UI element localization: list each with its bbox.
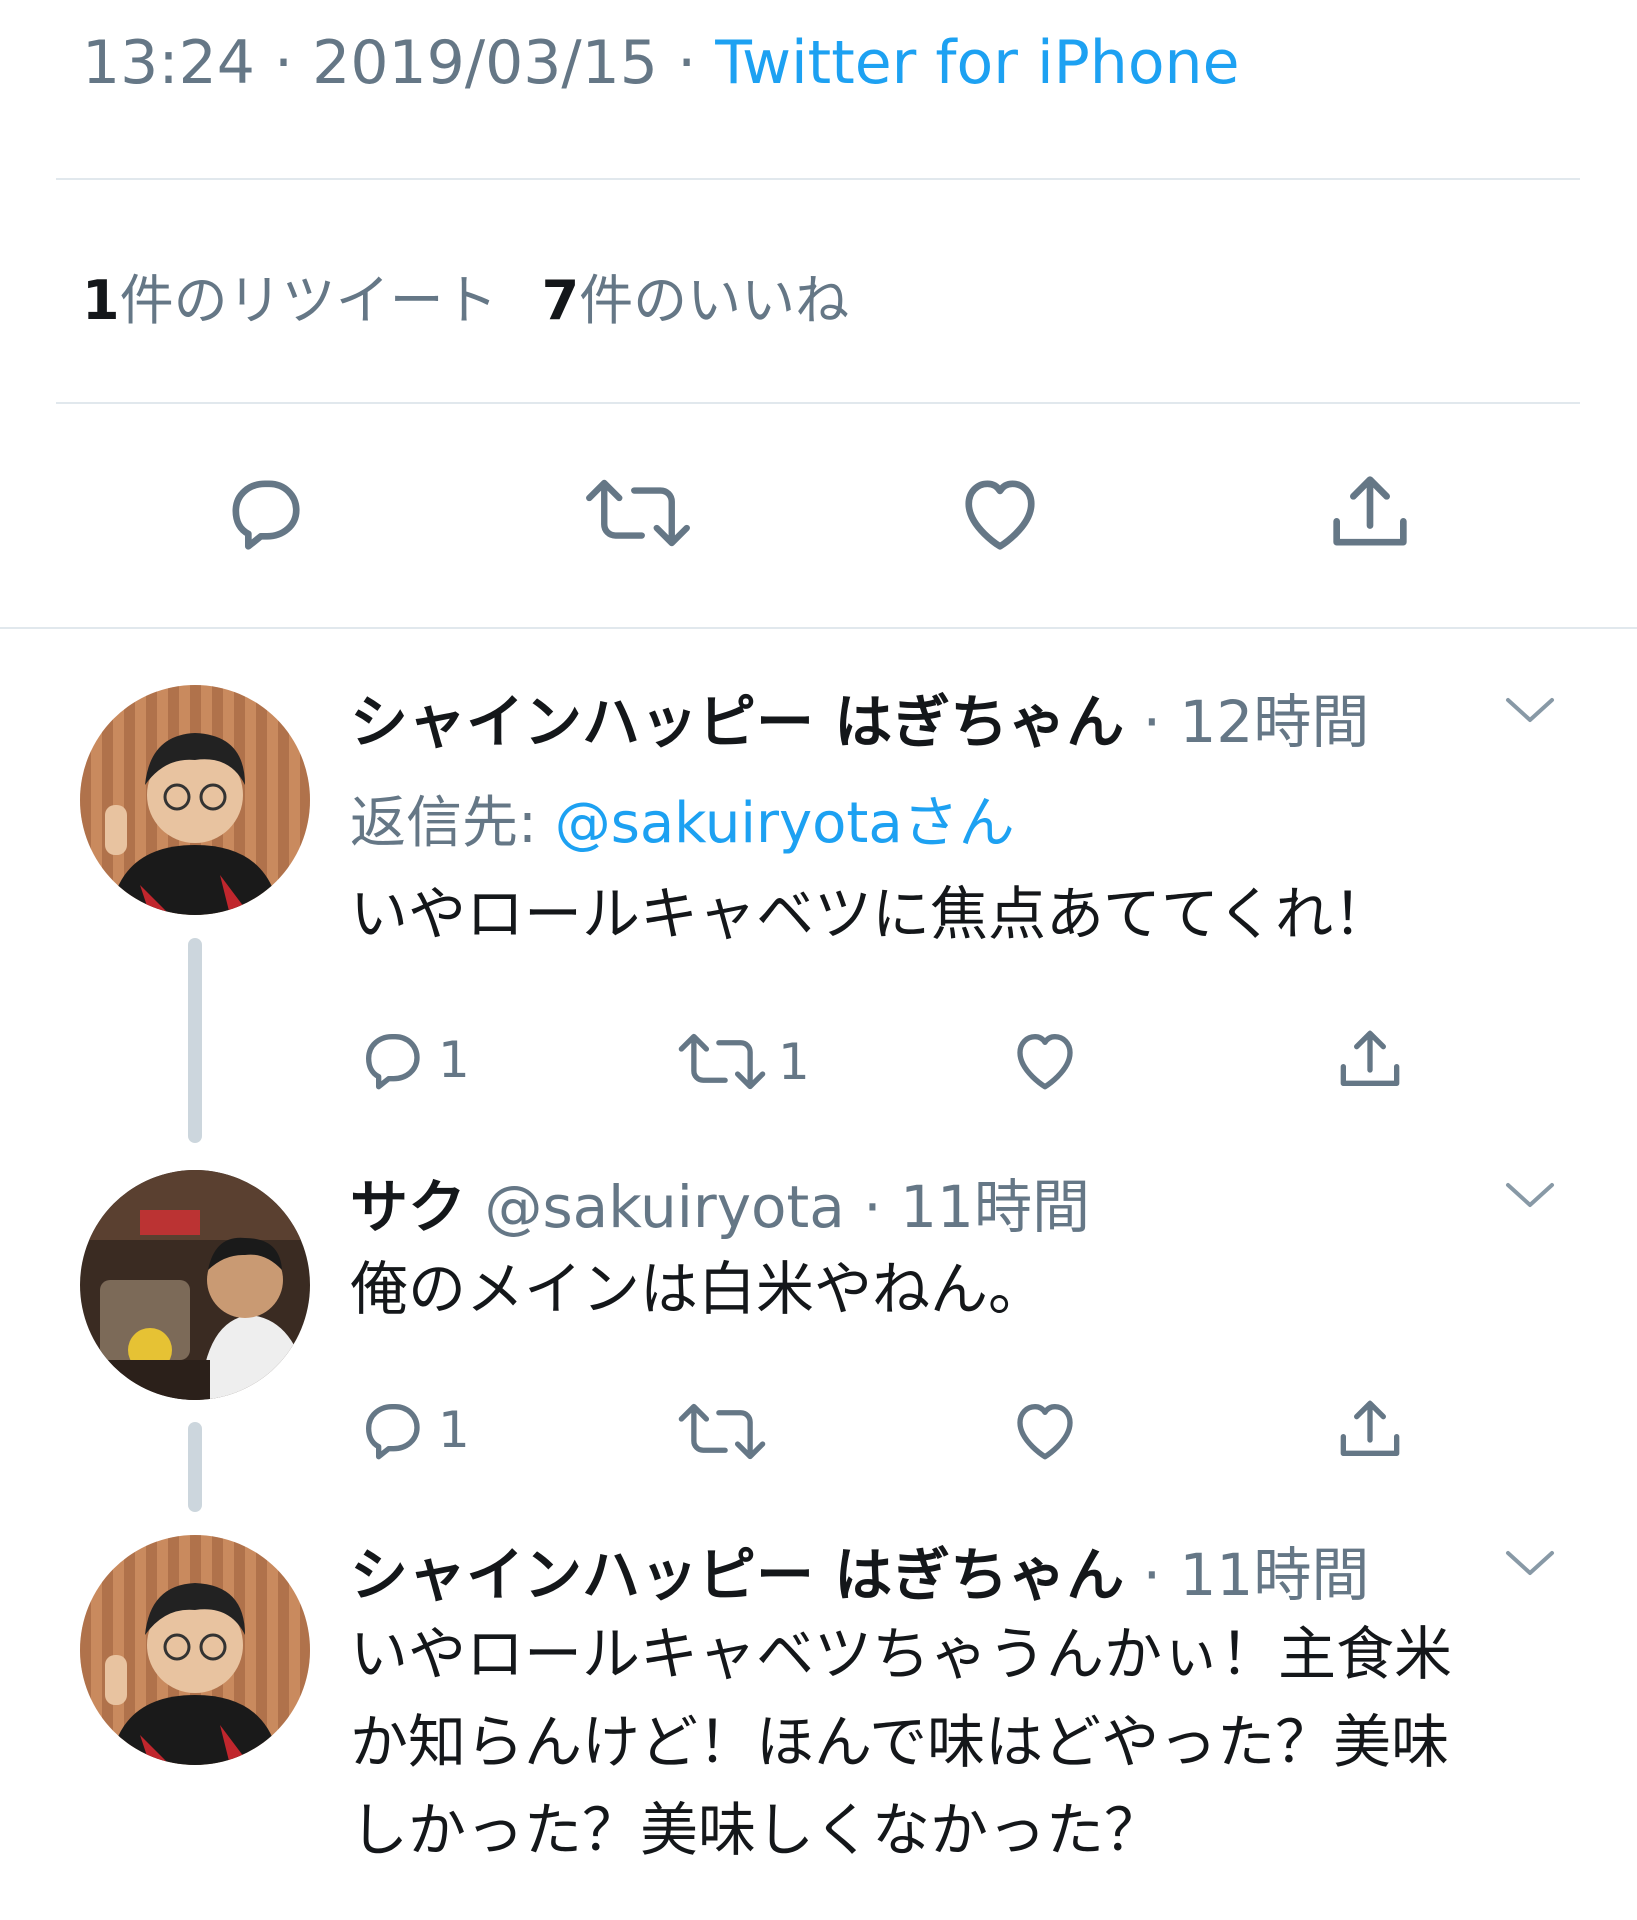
more-options-button[interactable] (1500, 1175, 1560, 1219)
like-button[interactable] (950, 463, 1050, 563)
reply-count: 1 (438, 1401, 470, 1459)
tweet-time: 13:24 (82, 28, 255, 98)
share-button[interactable] (1330, 1020, 1410, 1100)
tweet-text-line: しかった？美味しくなかった？ (350, 1796, 1163, 1864)
retweet-icon (678, 1033, 766, 1090)
divider (0, 627, 1637, 629)
tweet-meta: 13:24 · 2019/03/15 · Twitter for iPhone (82, 28, 1240, 98)
retweet-button[interactable] (578, 468, 698, 558)
reply-header: シャインハッピー はぎちゃん · 11時間 (350, 1541, 1370, 1609)
tweet-date: 2019/03/15 (312, 28, 658, 98)
user-handle[interactable]: @sakuiryota (484, 1173, 844, 1241)
retweet-button[interactable] (672, 1394, 772, 1469)
retweets-stat[interactable]: 1件のリツイート (82, 269, 498, 332)
share-button[interactable] (1320, 463, 1420, 563)
timestamp[interactable]: 11時間 (900, 1173, 1090, 1241)
tweet-text: いやロールキャベツに焦点あててくれ！ (350, 880, 1392, 948)
like-button[interactable] (1005, 1390, 1085, 1470)
reply-icon (366, 1404, 420, 1460)
thread-line (188, 1422, 202, 1512)
share-icon (1340, 1030, 1400, 1086)
thread-line (188, 938, 202, 1143)
chevron-down-icon (1506, 1551, 1554, 1575)
like-icon (965, 480, 1035, 550)
retweet-count: 1 (778, 1032, 810, 1091)
retweet-button[interactable]: 1 (672, 1024, 810, 1099)
reply-icon (232, 480, 300, 550)
timestamp[interactable]: 11時間 (1180, 1541, 1370, 1609)
tweet-text-line: か知らんけど！ほんで味はどやった？美味 (350, 1708, 1450, 1776)
chevron-down-icon (1506, 1183, 1554, 1207)
reply-button[interactable]: 1 (352, 1020, 470, 1100)
like-button[interactable] (1005, 1020, 1085, 1100)
more-options-button[interactable] (1500, 690, 1560, 734)
divider (56, 402, 1580, 404)
reply-header: シャインハッピー はぎちゃん · 12時間 (350, 688, 1370, 756)
avatar[interactable] (80, 1535, 310, 1765)
retweet-icon (678, 1403, 766, 1460)
share-icon (1333, 476, 1407, 546)
display-name[interactable]: シャインハッピー はぎちゃん (350, 688, 1124, 756)
likes-stat[interactable]: 7件のいいね (542, 269, 850, 332)
reply-header: サク @sakuiryota · 11時間 (350, 1173, 1090, 1241)
like-icon (1017, 1404, 1073, 1460)
timestamp[interactable]: 12時間 (1180, 688, 1370, 756)
more-options-button[interactable] (1500, 1543, 1560, 1587)
retweet-icon (586, 479, 690, 547)
share-button[interactable] (1330, 1390, 1410, 1470)
tweet-source-link[interactable]: Twitter for iPhone (715, 28, 1239, 98)
reply-count: 1 (438, 1031, 470, 1089)
reply-icon (366, 1034, 420, 1090)
display-name[interactable]: サク (350, 1173, 466, 1241)
tweet-text-line: いやロールキャベツちゃうんかぃ！主食米 (350, 1620, 1453, 1688)
divider (56, 178, 1580, 180)
reply-button[interactable]: 1 (352, 1390, 470, 1470)
avatar[interactable] (80, 1170, 310, 1400)
share-icon (1340, 1400, 1400, 1456)
tweet-text: いやロールキャベツちゃうんかぃ！主食米 か知らんけど！ほんで味はどやった？美味 … (350, 1610, 1550, 1874)
display-name[interactable]: シャインハッピー はぎちゃん (350, 1541, 1124, 1609)
replying-to: 返信先: @sakuiryotaさん (350, 791, 1015, 856)
chevron-down-icon (1506, 698, 1554, 722)
like-icon (1017, 1034, 1073, 1090)
tweet-stats: 1件のリツイート 7件のいいね (82, 256, 849, 335)
avatar[interactable] (80, 685, 310, 915)
tweet-text: 俺のメインは白米やねん。 (350, 1255, 1047, 1323)
mention-link[interactable]: @sakuiryotaさん (555, 791, 1015, 856)
reply-button[interactable] (215, 463, 315, 563)
